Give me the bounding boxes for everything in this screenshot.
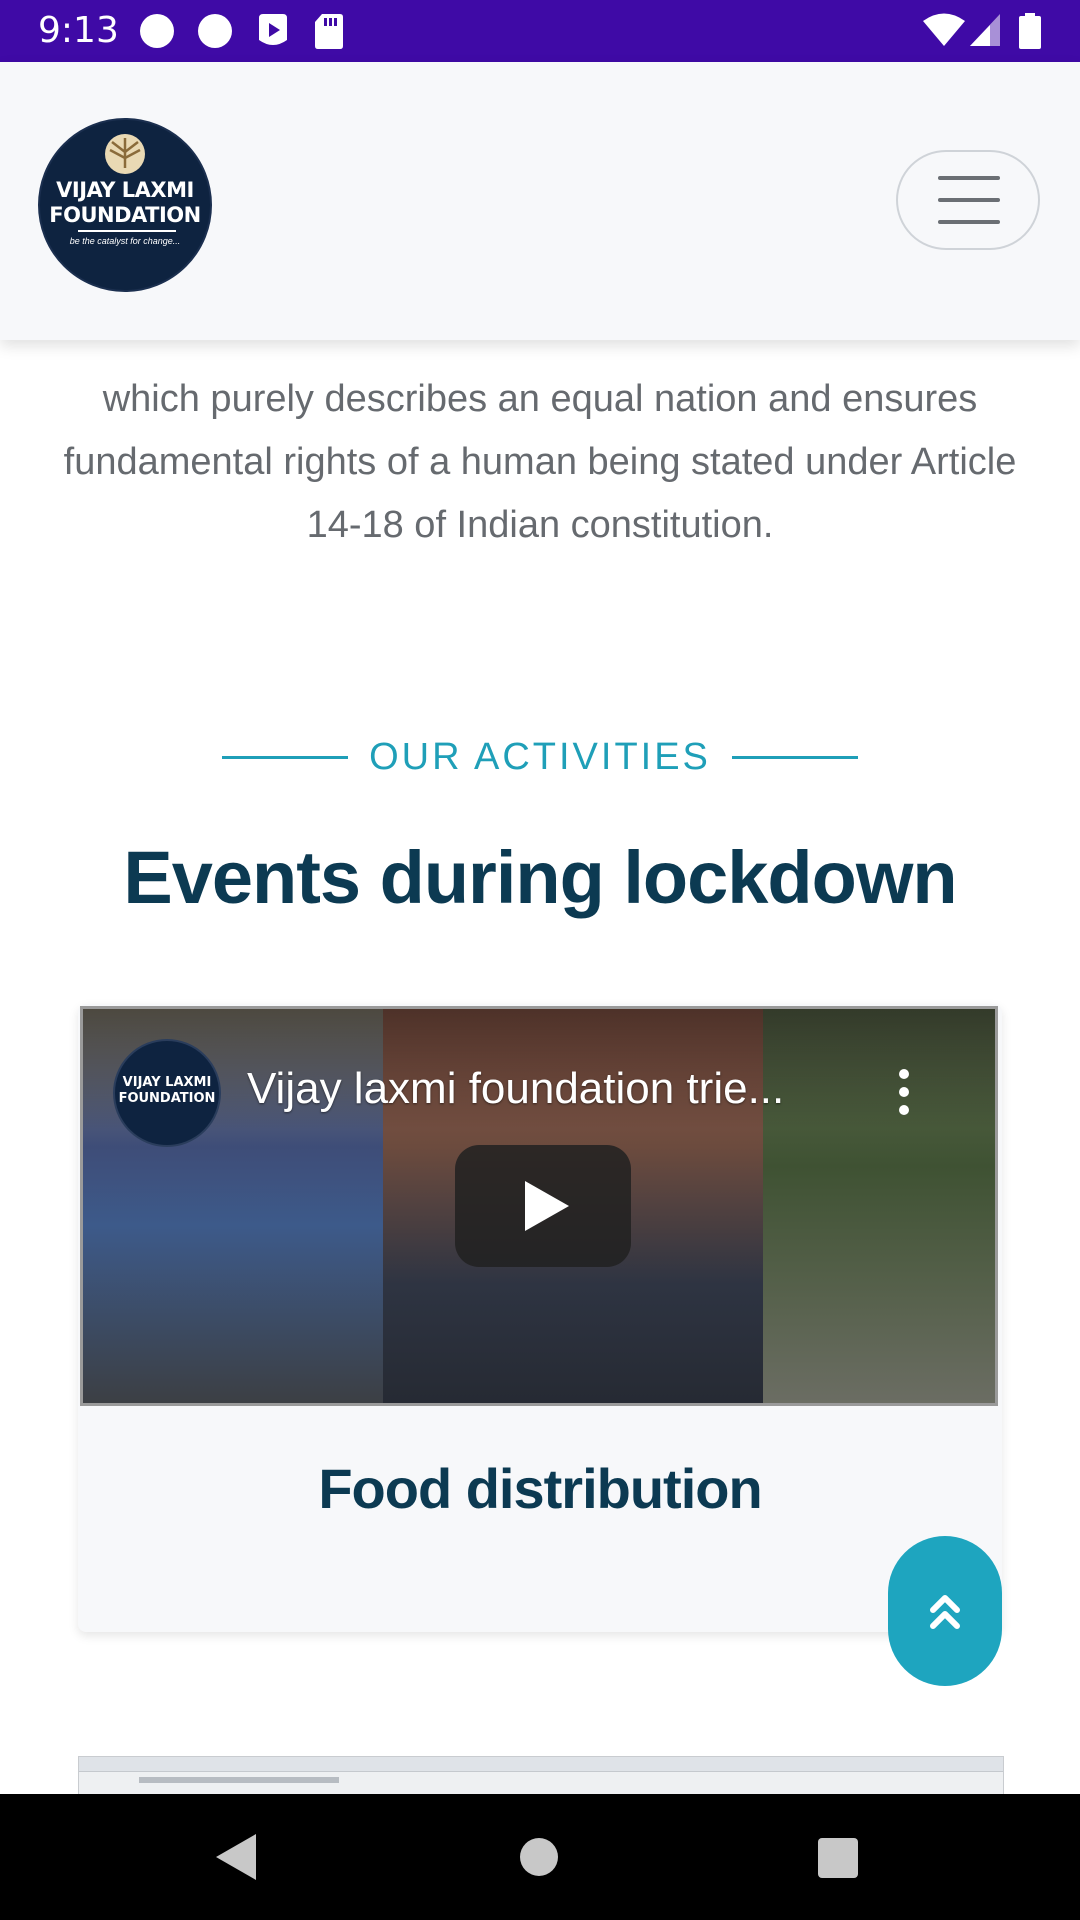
play-icon bbox=[525, 1181, 569, 1231]
screenshot-browser-url bbox=[139, 1777, 339, 1783]
next-activity-card[interactable] bbox=[78, 1756, 1004, 1796]
logo-emblem-icon bbox=[105, 134, 145, 174]
menu-toggle-button[interactable] bbox=[896, 150, 1040, 250]
sd-card-icon bbox=[315, 14, 343, 49]
wifi-icon bbox=[923, 13, 965, 46]
section-eyebrow: OUR ACTIVITIES bbox=[0, 732, 1080, 782]
logo-divider bbox=[78, 230, 176, 232]
play-button[interactable] bbox=[455, 1145, 631, 1267]
screenshot-browser-tabs bbox=[79, 1757, 1003, 1772]
video-title[interactable]: Vijay laxmi foundation trie... bbox=[247, 1061, 827, 1117]
eyebrow-divider bbox=[222, 756, 348, 759]
battery-icon bbox=[1019, 13, 1041, 49]
site-header: VIJAY LAXMI FOUNDATION be the catalyst f… bbox=[0, 62, 1080, 340]
status-time: 9:13 bbox=[38, 10, 119, 51]
play-store-icon bbox=[259, 14, 287, 45]
recents-icon[interactable] bbox=[818, 1838, 858, 1878]
foundation-logo[interactable]: VIJAY LAXMI FOUNDATION be the catalyst f… bbox=[38, 118, 212, 292]
eyebrow-text: OUR ACTIVITIES bbox=[369, 736, 711, 778]
status-bar: 9:13 bbox=[0, 0, 1080, 62]
back-icon[interactable] bbox=[216, 1834, 256, 1880]
logo-text: VIJAY LAXMI FOUNDATION bbox=[49, 178, 201, 227]
channel-avatar[interactable]: VIJAY LAXMI FOUNDATION bbox=[113, 1039, 221, 1147]
scroll-to-top-button[interactable] bbox=[888, 1536, 1002, 1686]
video-player[interactable]: VIJAY LAXMI FOUNDATION Vijay laxmi found… bbox=[80, 1006, 998, 1406]
eyebrow-divider bbox=[732, 756, 858, 759]
more-vert-icon[interactable] bbox=[897, 1069, 911, 1115]
double-chevron-up-icon bbox=[930, 1595, 960, 1629]
card-title: Food distribution bbox=[318, 1457, 762, 1520]
notification-dot-icon bbox=[140, 14, 174, 48]
section-title: Events during lockdown bbox=[123, 836, 957, 919]
channel-avatar-text: VIJAY LAXMI FOUNDATION bbox=[118, 1075, 216, 1106]
intro-paragraph: which purely describes an equal nation a… bbox=[63, 378, 1017, 546]
signal-icon bbox=[970, 14, 1000, 46]
system-nav-bar bbox=[0, 1794, 1080, 1920]
activity-card: VIJAY LAXMI FOUNDATION Vijay laxmi found… bbox=[78, 1004, 1002, 1632]
notification-dot-icon bbox=[198, 14, 232, 48]
logo-tagline: be the catalyst for change... bbox=[69, 236, 181, 246]
home-icon[interactable] bbox=[520, 1838, 558, 1876]
